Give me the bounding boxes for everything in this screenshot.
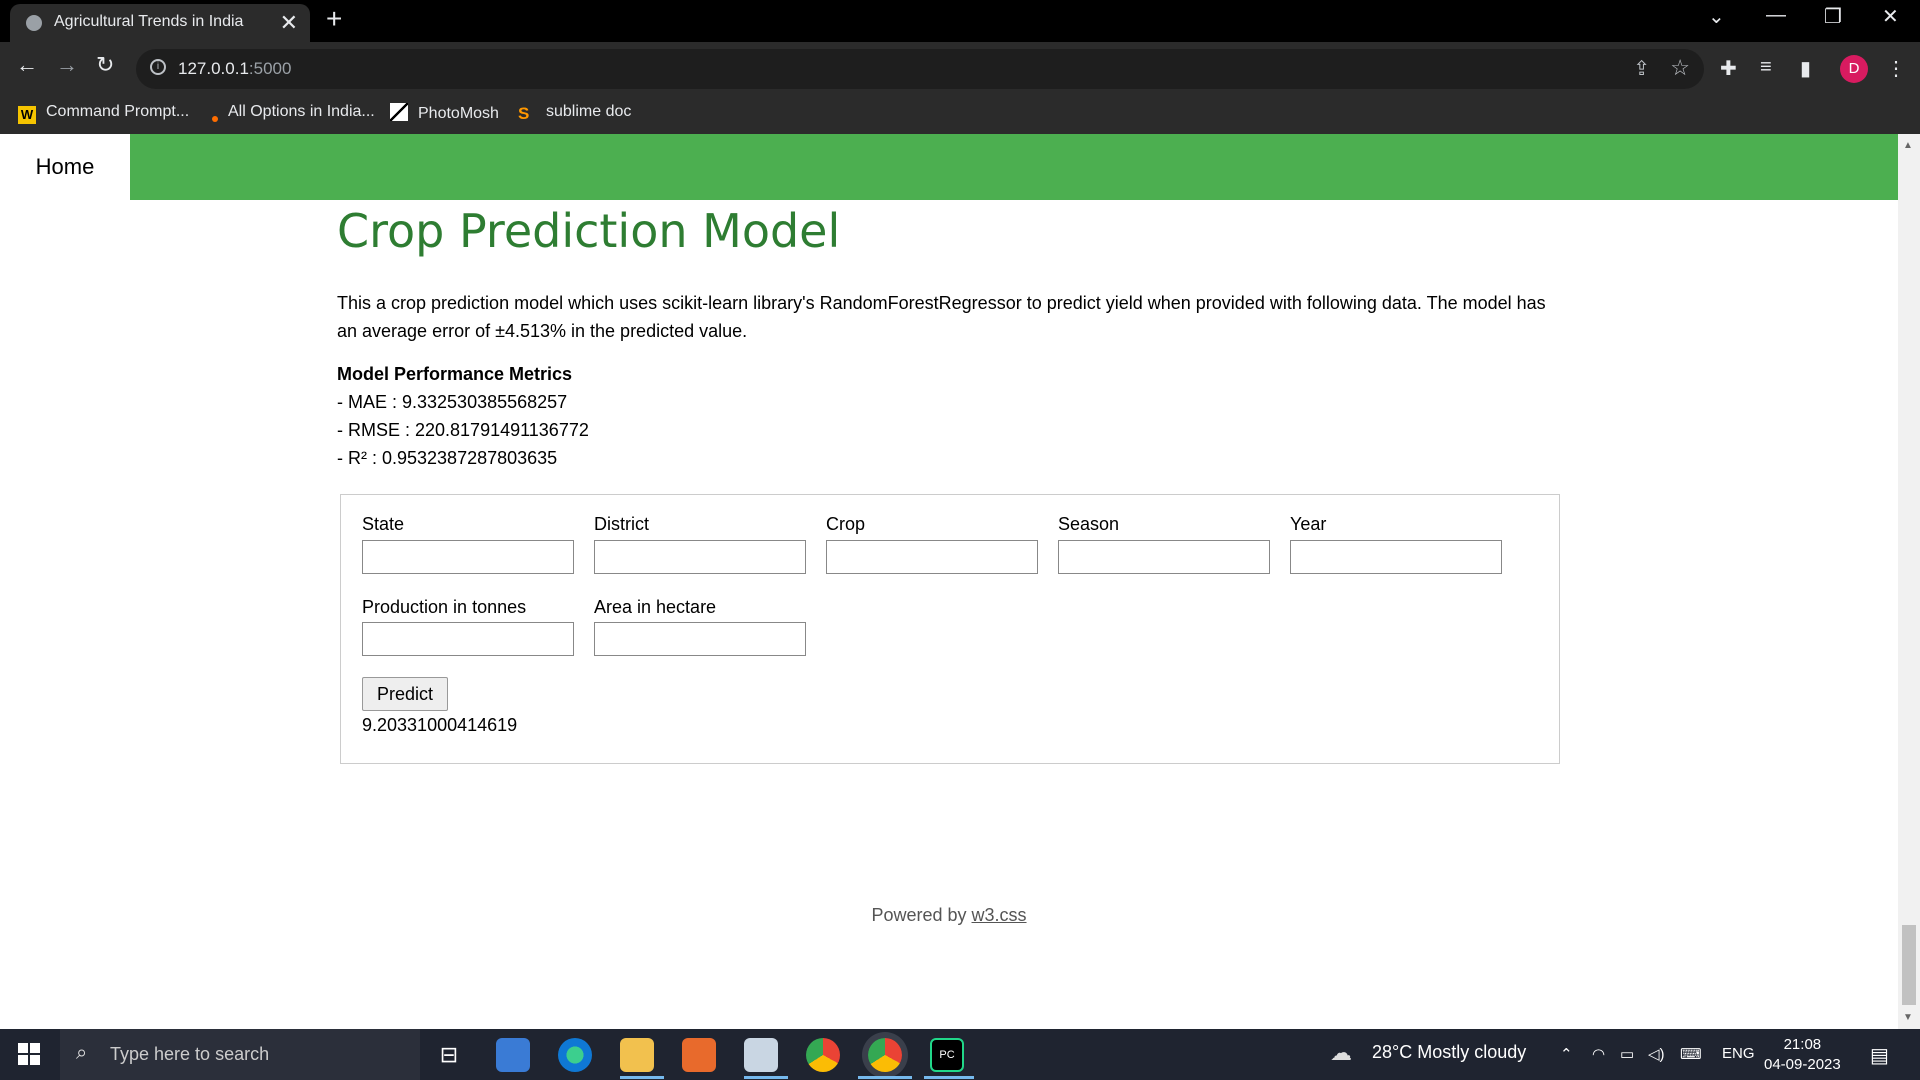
restore-icon[interactable]: ❐ <box>1824 4 1842 29</box>
bookmark-sublime-doc[interactable]: Ssublime doc <box>518 103 631 123</box>
metric-rmse: - RMSE : 220.81791491136772 <box>337 420 589 440</box>
scroll-down-icon[interactable]: ▼ <box>1903 1012 1913 1023</box>
production-label: Production in tonnes <box>362 597 527 617</box>
w-icon: W <box>18 106 36 124</box>
metrics-heading: Model Performance Metrics <box>337 364 573 384</box>
minimize-icon[interactable]: — <box>1766 4 1786 27</box>
side-panel-icon[interactable]: ▮ <box>1800 56 1811 81</box>
area-label: Area in hectare <box>594 597 717 617</box>
prediction-result: 9.20331000414619 <box>362 715 518 735</box>
running-indicator <box>858 1076 912 1079</box>
district-input[interactable] <box>594 540 806 574</box>
bookmark-photomosh[interactable]: PhotoMosh <box>390 103 499 123</box>
language-indicator[interactable]: ENG <box>1722 1045 1755 1062</box>
tab-title: Agricultural Trends in India <box>54 13 244 30</box>
scrollbar-track[interactable] <box>1898 134 1920 1029</box>
state-label: State <box>362 514 405 534</box>
volume-icon[interactable]: ◁) <box>1648 1045 1665 1063</box>
area-input[interactable] <box>594 622 806 656</box>
footer: Powered by w3.css <box>871 905 1027 925</box>
browser-tab[interactable]: Agricultural Trends in India ✕ <box>10 4 310 42</box>
scanner-icon[interactable] <box>744 1038 778 1072</box>
edge-icon[interactable] <box>558 1038 592 1072</box>
weather-widget[interactable]: 28°C Mostly cloudy <box>1372 1042 1526 1063</box>
back-icon[interactable]: ← <box>16 52 38 78</box>
bookmark-command-prompt[interactable]: W Command Prompt... <box>18 103 189 124</box>
production-input[interactable] <box>362 622 574 656</box>
calculator-icon[interactable] <box>496 1038 530 1072</box>
dot-icon <box>212 116 218 122</box>
season-label: Season <box>1058 514 1120 534</box>
crop-label: Crop <box>826 514 866 534</box>
scrollbar-thumb[interactable] <box>1902 925 1916 1005</box>
bookmark-star-icon[interactable]: ☆ <box>1670 55 1690 81</box>
forward-icon[interactable]: → <box>56 52 78 78</box>
district-label: District <box>594 514 649 534</box>
globe-icon <box>26 15 42 31</box>
model-description: This a crop prediction model which uses … <box>337 293 1546 341</box>
crop-input[interactable] <box>826 540 1038 574</box>
season-input[interactable] <box>1058 540 1270 574</box>
close-window-icon[interactable]: ✕ <box>1882 4 1899 29</box>
url-text[interactable]: 127.0.0.1:5000 <box>178 59 291 79</box>
state-input[interactable] <box>362 540 574 574</box>
top-navbar <box>0 134 1898 200</box>
show-hidden-icons[interactable]: ⌃ <box>1560 1045 1573 1063</box>
bookmark-all-options[interactable]: All Options in India... <box>208 103 375 122</box>
address-bar[interactable]: i 127.0.0.1:5000 ⇪ ☆ <box>136 49 1704 89</box>
close-tab-icon[interactable]: ✕ <box>280 10 298 36</box>
media-control-icon[interactable]: ≡ <box>1760 56 1772 79</box>
media-player-icon[interactable] <box>682 1038 716 1072</box>
keyboard-icon[interactable]: ⌨ <box>1680 1045 1702 1063</box>
sublime-icon: S <box>518 104 530 123</box>
running-indicator <box>620 1076 664 1079</box>
info-icon[interactable]: i <box>150 59 166 75</box>
tab-search-icon[interactable]: ⌄ <box>1708 4 1725 29</box>
cloudy-weather-icon: ☁ <box>1330 1040 1352 1065</box>
chrome-icon[interactable] <box>806 1038 840 1072</box>
year-label: Year <box>1290 514 1327 534</box>
reload-icon[interactable]: ↻ <box>96 52 114 78</box>
year-input[interactable] <box>1290 540 1502 574</box>
network-icon[interactable]: ◠ <box>1592 1045 1605 1063</box>
photomosh-icon <box>390 103 408 121</box>
scroll-up-icon[interactable]: ▲ <box>1903 140 1913 151</box>
extensions-icon[interactable]: ✚ <box>1720 56 1737 81</box>
menu-icon[interactable]: ⋮ <box>1886 56 1906 81</box>
metric-mae: - MAE : 9.332530385568257 <box>337 392 568 412</box>
chrome-profile-icon[interactable] <box>868 1038 902 1072</box>
metric-r2: - R² : 0.9532387287803635 <box>337 448 558 468</box>
running-indicator <box>924 1076 974 1079</box>
page-title: Crop Prediction Model <box>337 204 841 258</box>
share-icon[interactable]: ⇪ <box>1633 56 1650 81</box>
search-icon: ⌕ <box>76 1042 88 1064</box>
w3css-link[interactable]: w3.css <box>972 905 1027 925</box>
windows-start-icon[interactable] <box>18 1043 40 1065</box>
task-view-icon[interactable]: ⊟ <box>432 1038 466 1072</box>
running-indicator <box>744 1076 788 1079</box>
taskbar-search[interactable]: ⌕ Type here to search <box>60 1029 420 1080</box>
battery-icon[interactable]: ▭ <box>1620 1045 1634 1063</box>
notification-icon[interactable]: ▤ <box>1870 1043 1889 1068</box>
file-explorer-icon[interactable] <box>620 1038 654 1072</box>
profile-avatar[interactable]: D <box>1840 55 1868 83</box>
predict-button[interactable]: Predict <box>362 677 448 711</box>
pycharm-icon[interactable]: PC <box>930 1038 964 1072</box>
new-tab-button[interactable]: + <box>326 3 342 35</box>
nav-home-link[interactable]: Home <box>0 134 130 200</box>
clock[interactable]: 21:08 04-09-2023 <box>1764 1035 1841 1075</box>
